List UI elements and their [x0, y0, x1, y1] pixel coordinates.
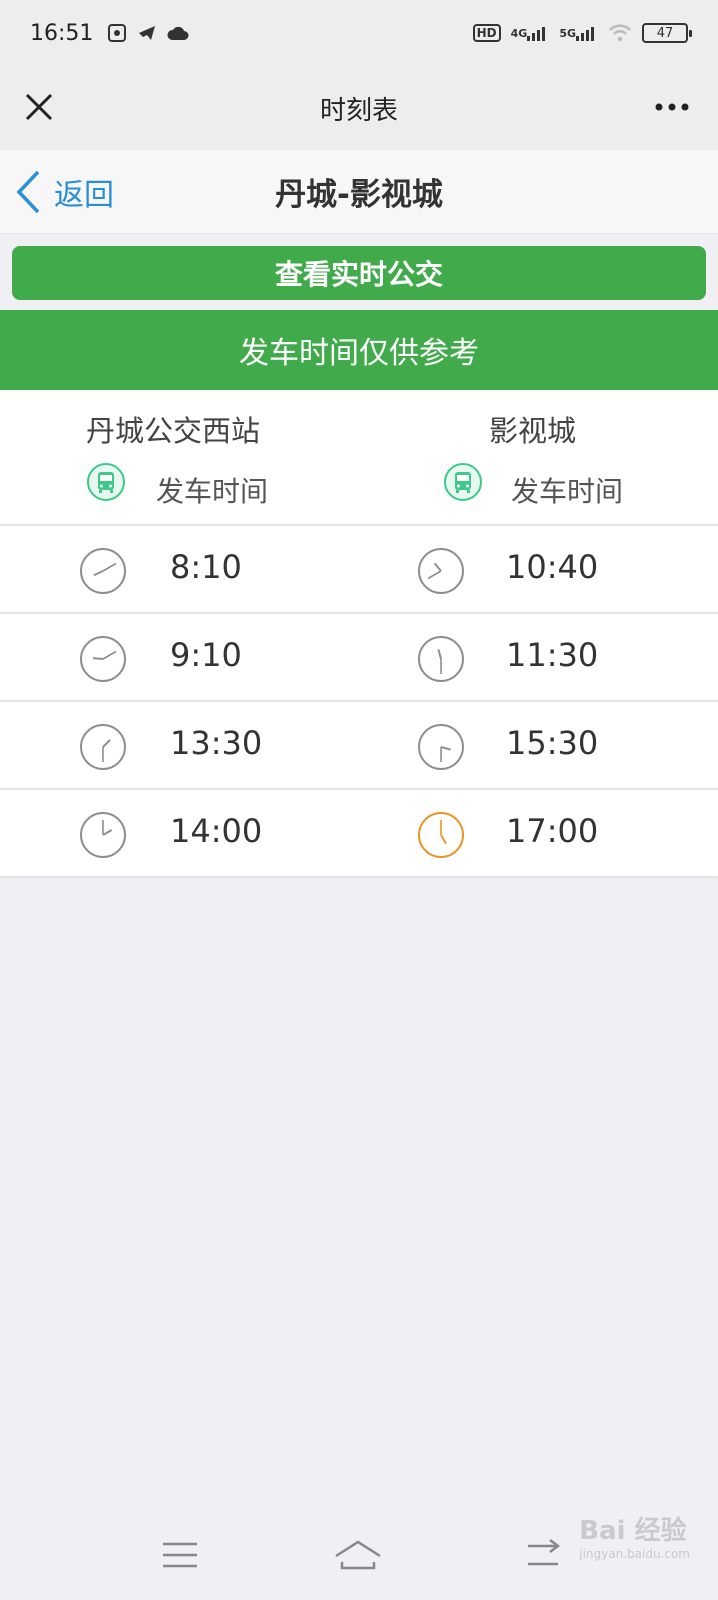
origin-departure-cell: 14:00 [0, 790, 359, 876]
signal-bars-icon [527, 27, 546, 41]
departure-time: 11:30 [506, 636, 599, 674]
clock-icon [418, 724, 464, 770]
departure-time: 14:00 [170, 812, 263, 850]
cloud-icon [167, 26, 189, 40]
battery-level: 47 [656, 25, 674, 41]
realtime-bus-button[interactable]: 查看实时公交 [12, 246, 706, 300]
page-title: 时刻表 [319, 95, 398, 126]
timetable: 丹城公交西站 发车时间 影视城 发车时间 8:10 10:40 9:10 11:30 1… [0, 390, 718, 878]
battery-icon: 47 [642, 23, 692, 43]
route-title: 丹城-影视城 [275, 177, 443, 213]
destination-departure-cell: 15:30 [359, 702, 718, 788]
bus-icon [87, 463, 125, 501]
home-icon[interactable] [330, 1532, 386, 1578]
origin-station: 丹城公交西站 [86, 414, 261, 448]
route-header: 返回 丹城-影视城 [0, 150, 718, 234]
baidu-watermark: Bai 经验 jingyan.baidu.com [579, 1510, 690, 1561]
clock-icon [80, 812, 126, 858]
watermark-brand: Bai 经验 [579, 1516, 687, 1546]
departure-time: 9:10 [170, 636, 242, 674]
more-icon[interactable] [652, 92, 692, 122]
clock-icon [418, 636, 464, 682]
departure-time: 13:30 [170, 724, 263, 762]
bus-icon [444, 463, 482, 501]
back-label: 返回 [54, 178, 114, 213]
departure-time: 8:10 [170, 548, 242, 586]
back-button[interactable]: 返回 [14, 168, 114, 216]
departure-time: 10:40 [506, 548, 599, 586]
status-bar: 16:51 HD 4G 5G 47 [0, 0, 718, 66]
clock-icon [80, 636, 126, 682]
chevron-left-icon [16, 170, 40, 214]
departure-time: 17:00 [506, 812, 599, 850]
column-header-origin: 丹城公交西站 发车时间 [0, 390, 359, 524]
app-notification-icon [108, 24, 127, 42]
signal-5g-label: 5G [559, 26, 576, 40]
clock-icon [80, 724, 126, 770]
timetable-row: 13:30 15:30 [0, 702, 718, 790]
status-right-icons: HD 4G 5G 47 [472, 23, 692, 43]
timetable-row: 9:10 11:30 [0, 614, 718, 702]
departure-time: 15:30 [506, 724, 599, 762]
timetable-row: 14:00 17:00 [0, 790, 718, 878]
clock-icon [418, 548, 464, 594]
hd-icon: HD [472, 24, 501, 42]
close-icon[interactable] [22, 90, 56, 124]
status-time: 16:51 [30, 20, 94, 46]
departure-time-label: 发车时间 [511, 475, 624, 508]
signal-5g-icon: 5G [559, 25, 598, 41]
signal-4g-label: 4G [510, 26, 528, 40]
clock-icon [418, 812, 464, 858]
signal-4g-icon: 4G [511, 25, 550, 41]
menu-icon[interactable] [157, 1532, 203, 1578]
departure-notice: 发车时间仅供参考 [0, 310, 718, 390]
telegram-icon [139, 26, 156, 40]
wifi-icon [609, 24, 631, 42]
origin-departure-cell: 13:30 [0, 702, 359, 788]
destination-station: 影视城 [489, 414, 577, 448]
clock-icon [80, 548, 126, 594]
origin-departure-cell: 8:10 [0, 526, 359, 612]
departure-time-label: 发车时间 [156, 475, 269, 508]
signal-bars-icon [576, 27, 594, 41]
timetable-row: 8:10 10:40 [0, 526, 718, 614]
back-nav-icon[interactable] [520, 1532, 566, 1578]
destination-departure-cell: 10:40 [359, 526, 718, 612]
status-left-icons [107, 23, 189, 43]
destination-departure-cell: 17:00 [359, 790, 718, 876]
column-header-destination: 影视城 发车时间 [359, 390, 718, 524]
origin-departure-cell: 9:10 [0, 614, 359, 700]
destination-departure-cell: 11:30 [359, 614, 718, 700]
title-bar: 时刻表 [0, 66, 718, 150]
watermark-url: jingyan.baidu.com [579, 1547, 690, 1561]
